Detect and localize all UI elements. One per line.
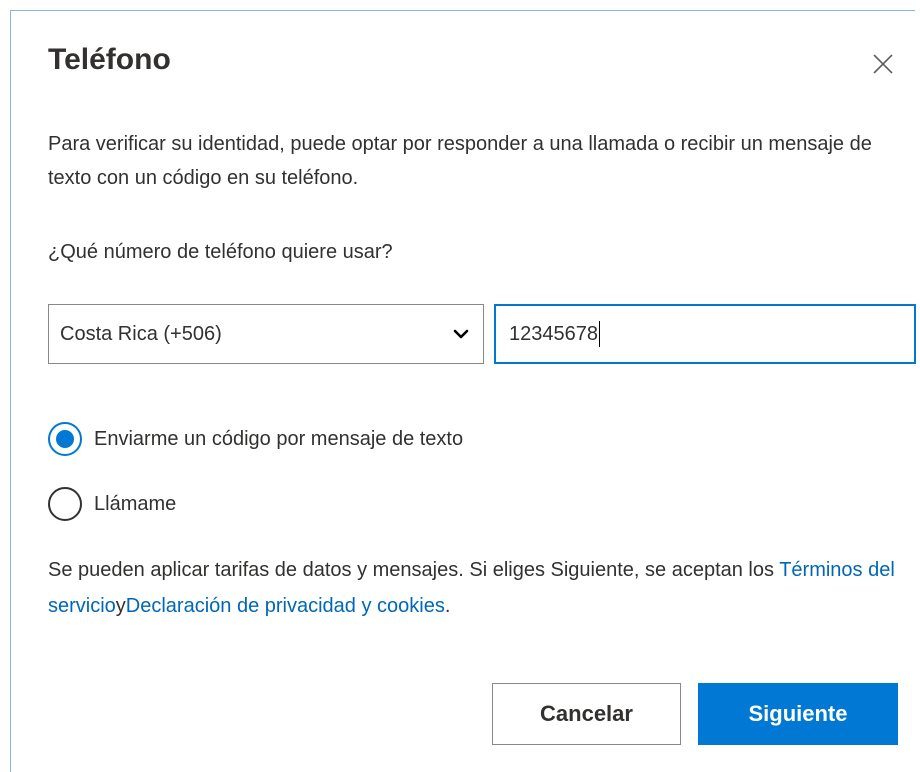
- dialog-title: Teléfono: [48, 43, 171, 76]
- privacy-statement-link[interactable]: Declaración de privacidad y cookies: [126, 595, 445, 617]
- close-icon[interactable]: [871, 52, 895, 76]
- radio-unchecked-icon[interactable]: [48, 487, 82, 521]
- country-code-select[interactable]: Costa Rica (+506): [48, 304, 484, 364]
- terms-joiner: y: [115, 595, 126, 617]
- terms-period: .: [444, 595, 451, 617]
- radio-option-text-message[interactable]: Enviarme un código por mensaje de texto: [48, 422, 463, 456]
- country-code-value: Costa Rica (+506): [60, 322, 222, 345]
- next-button[interactable]: Siguiente: [698, 683, 898, 745]
- chevron-down-icon: [453, 329, 469, 339]
- text-cursor: [598, 321, 600, 347]
- terms-text: Se pueden aplicar tarifas de datos y men…: [48, 559, 780, 581]
- cancel-button[interactable]: Cancelar: [492, 683, 681, 745]
- dialog-description: Para verificar su identidad, puede optar…: [48, 133, 872, 189]
- phone-number-value: 12345678: [509, 322, 598, 345]
- terms-notice: Se pueden aplicar tarifas de datos y men…: [48, 552, 898, 624]
- radio-option-label: Enviarme un código por mensaje de texto: [94, 427, 464, 450]
- phone-dialog: Teléfono Para verificar su identidad, pu…: [10, 10, 916, 772]
- close-button[interactable]: [866, 47, 900, 81]
- phone-number-input[interactable]: 12345678: [494, 304, 916, 364]
- radio-checked-icon[interactable]: [48, 422, 82, 456]
- radio-option-label: Llámame: [94, 492, 177, 515]
- phone-question-label: ¿Qué número de teléfono quiere usar?: [48, 241, 393, 263]
- radio-option-call-me[interactable]: Llámame: [48, 487, 176, 521]
